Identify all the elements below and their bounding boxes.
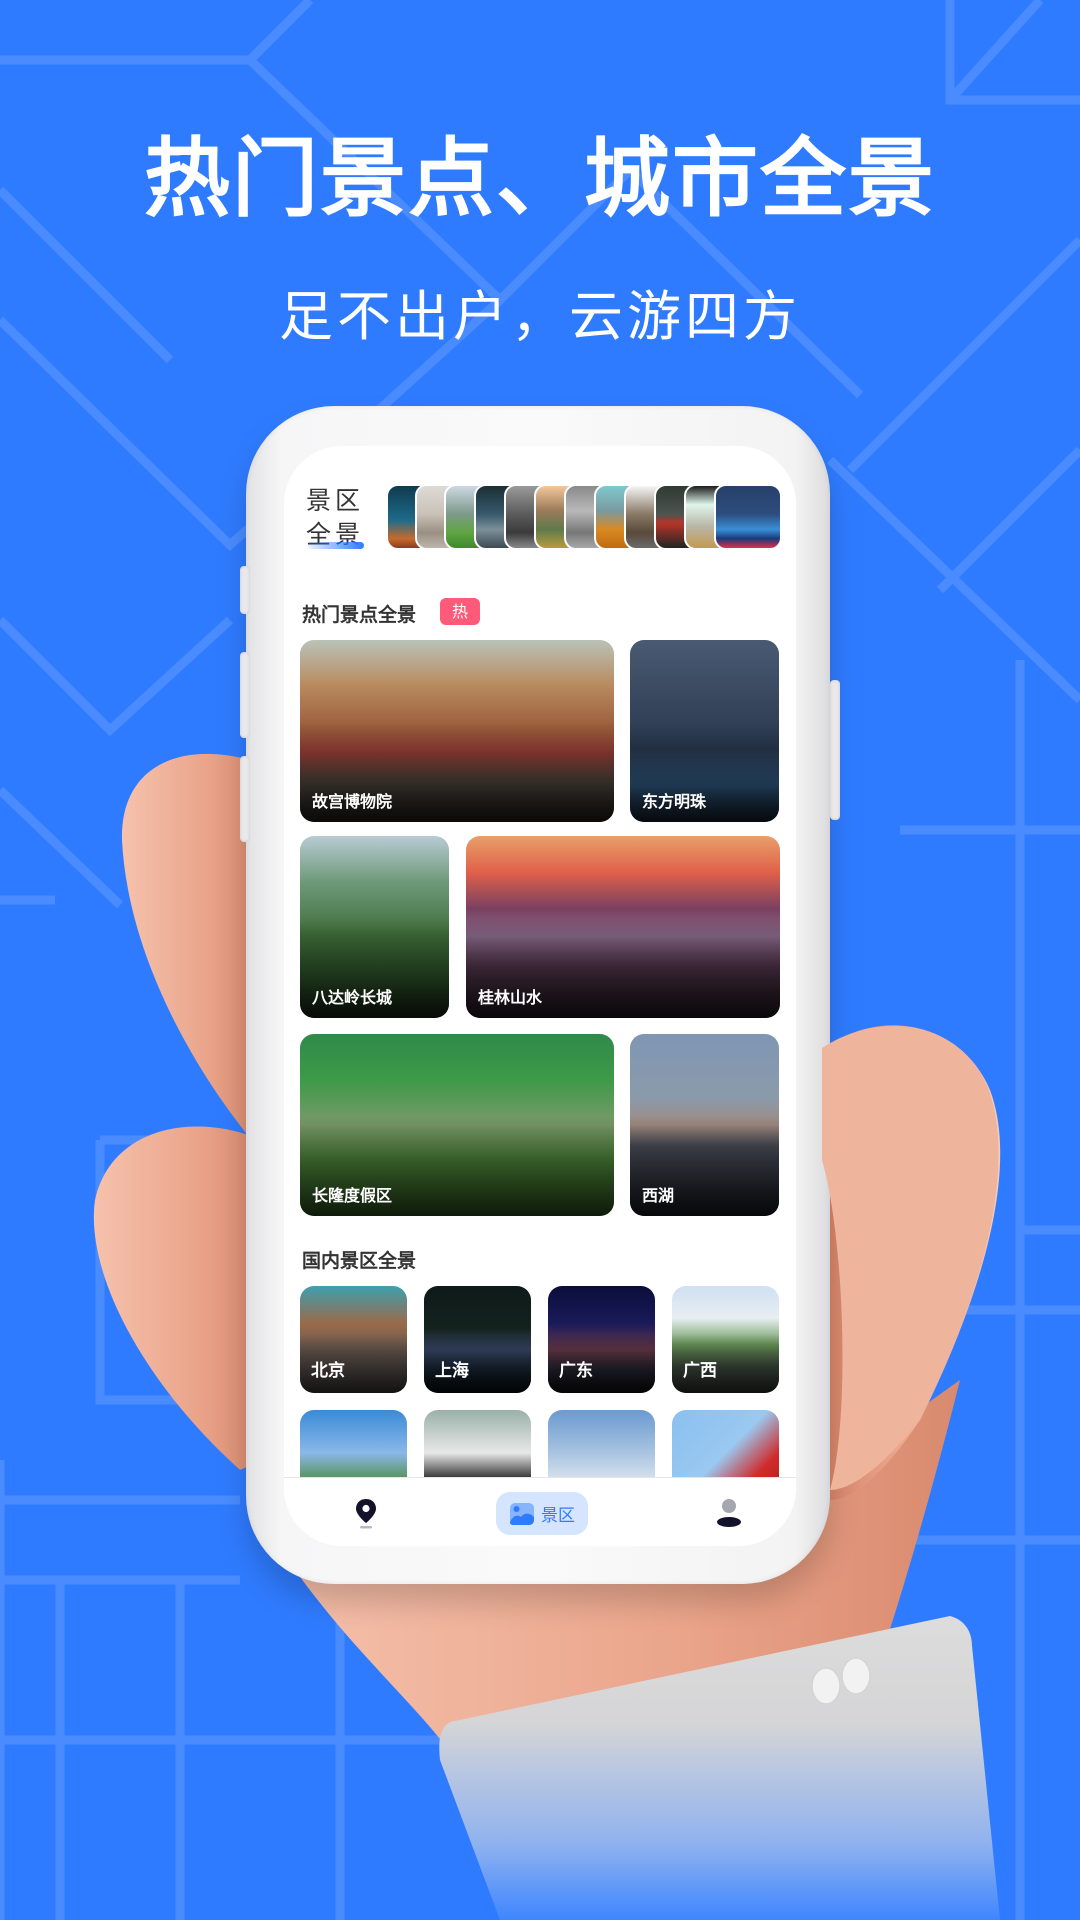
nav-item-scenic-label: 景区 xyxy=(541,1506,575,1526)
brand-underline xyxy=(308,542,364,549)
card-label: 桂林山水 xyxy=(478,988,543,1007)
domestic-section-title: 国内景区全景 xyxy=(302,1250,417,1272)
phone-power-button xyxy=(830,680,840,820)
image-landscape-icon xyxy=(510,1502,534,1525)
nav-item-profile[interactable] xyxy=(716,1498,742,1532)
city-card-shanghai[interactable]: 上海 xyxy=(424,1286,531,1393)
card-label: 广西 xyxy=(683,1361,717,1381)
hot-card-great-wall[interactable]: 八达岭长城 xyxy=(300,836,449,1018)
phone-volume-up-button xyxy=(240,652,250,738)
user-icon xyxy=(717,1499,741,1527)
card-label: 八达岭长城 xyxy=(312,988,393,1007)
brand-line-1: 景区 xyxy=(306,486,365,515)
hot-card-guilin[interactable]: 桂林山水 xyxy=(466,836,780,1018)
thumbnail-shanghai-skyline[interactable] xyxy=(714,484,782,550)
city-card-guangxi[interactable]: 广西 xyxy=(672,1286,779,1393)
hot-card-oriental-pearl[interactable]: 东方明珠 xyxy=(630,640,779,822)
hot-card-west-lake[interactable]: 西湖 xyxy=(630,1034,779,1216)
city-card-guangdong[interactable]: 广东 xyxy=(548,1286,655,1393)
hot-card-chimelong[interactable]: 长隆度假区 xyxy=(300,1034,614,1216)
card-label: 长隆度假区 xyxy=(312,1186,393,1205)
phone-volume-down-button xyxy=(240,756,250,842)
phone-side-button xyxy=(240,566,250,614)
bottom-nav: 景区 xyxy=(284,1477,796,1546)
map-pin-icon xyxy=(356,1499,376,1529)
card-label: 故宫博物院 xyxy=(312,792,393,811)
app-screen: 景区 全景 热门景点全景 热 故宫博物院 东方明珠 八达岭长城 桂林山水 长隆度 xyxy=(284,446,796,1546)
card-label: 广东 xyxy=(559,1361,593,1381)
hot-badge: 热 xyxy=(440,598,480,625)
nav-item-scenic[interactable]: 景区 xyxy=(496,1492,588,1535)
card-label: 西湖 xyxy=(642,1186,675,1205)
hot-section-title: 热门景点全景 xyxy=(302,604,417,626)
card-label: 上海 xyxy=(435,1361,469,1381)
card-label: 东方明珠 xyxy=(642,792,707,811)
city-card-beijing[interactable]: 北京 xyxy=(300,1286,407,1393)
scenic-thumbnail-strip[interactable] xyxy=(386,484,786,552)
card-label: 北京 xyxy=(311,1361,345,1381)
hot-card-forbidden-city[interactable]: 故宫博物院 xyxy=(300,640,614,822)
nav-item-map[interactable] xyxy=(354,1498,378,1534)
